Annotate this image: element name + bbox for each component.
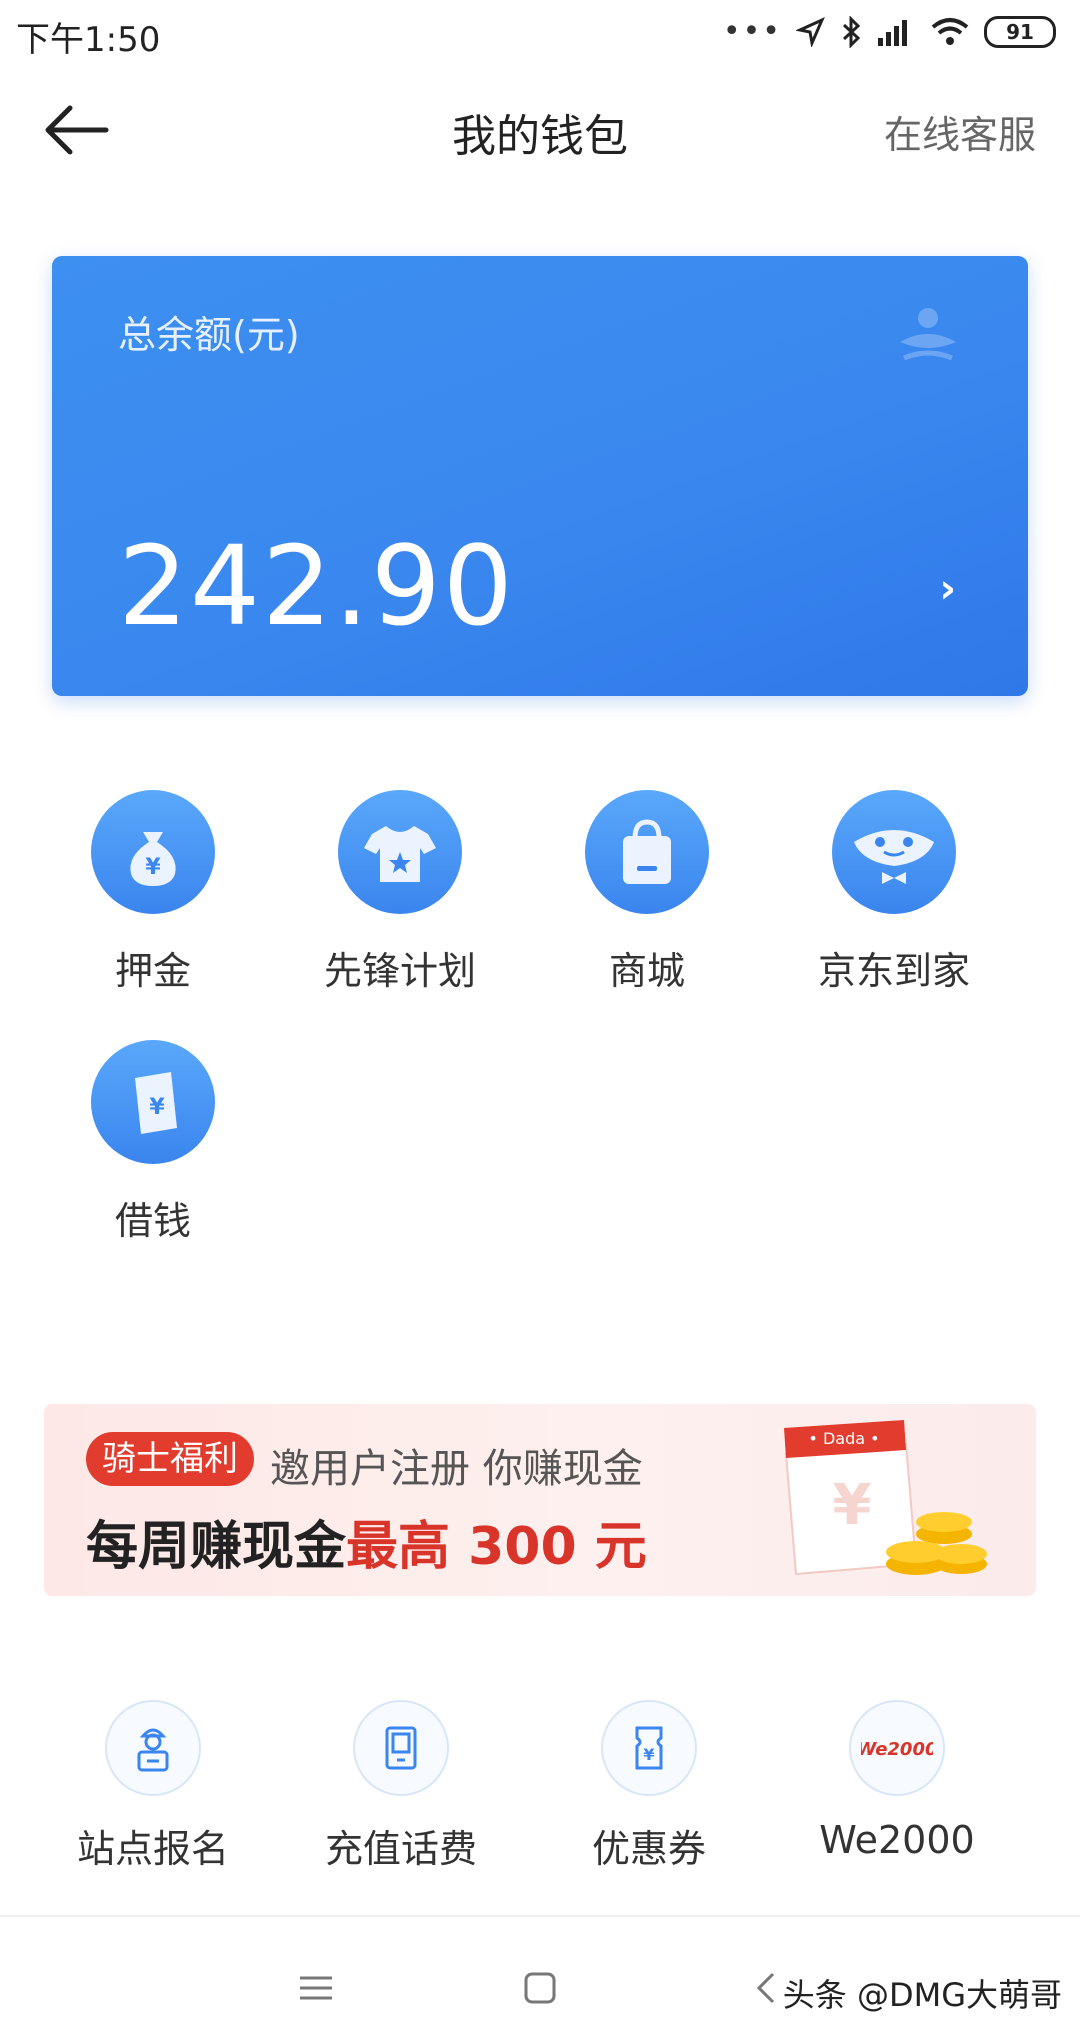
menu-icon [300,1976,332,2000]
jd-mascot-icon [832,790,956,914]
loan-note-icon: ¥ [91,1040,215,1164]
tool-phone-recharge[interactable]: 充值话费 [276,1700,526,1873]
calendar-label: • Dada • [808,1429,879,1448]
wifi-icon [930,16,970,48]
grid-item-deposit[interactable]: ¥ 押金 [33,790,273,995]
status-bar: 下午1:50 ••• 91 [0,0,1080,70]
we2000-logo-text: We2000 [861,1739,933,1760]
tool-label: We2000 [819,1818,975,1862]
home-square-icon [524,1972,556,2004]
banner-headline: 每周赚现金最高 300 元 [86,1504,647,1579]
svg-text:¥: ¥ [643,1745,654,1764]
banner-subtitle: 邀用户注册 你赚现金 [270,1446,643,1492]
back-button[interactable] [40,98,112,162]
shopping-bag-icon [585,790,709,914]
grid-label: 京东到家 [817,949,970,993]
tool-label: 站点报名 [76,1827,229,1871]
more-dots-icon: ••• [722,14,782,49]
signal-icon [876,16,916,48]
banner-headline-highlight: 最高 300 元 [346,1517,647,1577]
rider-benefit-banner[interactable]: 骑士福利 邀用户注册 你赚现金 每周赚现金最高 300 元 • Dada • ¥ [44,1404,1036,1596]
bluetooth-icon [840,15,862,48]
menu-button[interactable] [286,1958,346,2018]
tool-label: 充值话费 [324,1827,477,1871]
status-icons: ••• 91 [723,14,1056,49]
courier-icon [105,1700,201,1796]
divider [0,1915,1080,1917]
svg-text:¥: ¥ [149,1095,165,1120]
balance-label: 总余额(元) [118,313,300,357]
calendar-coins-illustration: • Dada • ¥ [784,1420,987,1576]
banner-headline-prefix: 每周赚现金 [86,1517,347,1577]
back-arrow-icon [45,105,109,155]
grid-label: 先锋计划 [323,949,476,993]
source-watermark: 头条 @DMG大萌哥 [782,1976,1062,2014]
tool-label: 优惠券 [591,1827,706,1871]
banner-tag: 骑士福利 [86,1432,254,1486]
grid-label: 押金 [114,949,191,993]
coupon-icon: ¥ [601,1700,697,1796]
system-nav-bar: 头条 @DMG大萌哥 [0,1930,1080,2040]
chevron-left-icon [756,1972,775,2004]
grid-item-jd-daojia[interactable]: 京东到家 [774,790,1014,995]
home-button[interactable] [510,1958,570,2018]
nav-bar: 我的钱包 在线客服 [0,80,1080,180]
tshirt-star-icon [338,790,462,914]
money-bag-icon: ¥ [91,790,215,914]
balance-amount: 242.90 [118,522,515,650]
grid-label: 商城 [608,949,685,993]
battery-indicator: 91 [984,15,1056,48]
grid-item-borrow[interactable]: ¥ 借钱 [33,1040,273,1245]
location-icon [796,16,826,47]
chevron-right-icon: › [939,566,956,612]
tool-coupons[interactable]: ¥ 优惠券 [524,1700,774,1873]
balance-card[interactable]: 总余额(元) 242.90 › [52,256,1028,696]
grid-item-pioneer-plan[interactable]: 先锋计划 [280,790,520,995]
svg-text:¥: ¥ [833,1473,872,1538]
we2000-logo-icon: We2000 [849,1700,945,1796]
status-time: 下午1:50 [16,20,161,60]
dada-logo-icon [900,308,956,361]
grid-label: 借钱 [114,1199,191,1243]
online-service-link[interactable]: 在线客服 [884,104,1036,159]
phone-icon [353,1700,449,1796]
grid-item-mall[interactable]: 商城 [527,790,767,995]
svg-text:¥: ¥ [145,855,161,880]
tool-station-signup[interactable]: 站点报名 [28,1700,278,1873]
tool-we2000[interactable]: We2000 We2000 [772,1700,1022,1862]
